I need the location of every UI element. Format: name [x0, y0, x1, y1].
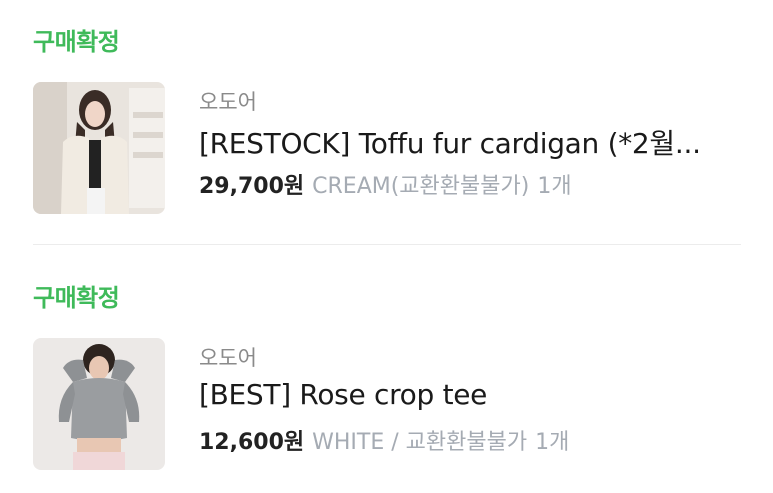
order-status: 구매확정: [33, 284, 120, 312]
order-meta: 12,600원 WHITE / 교환환불불가 1개: [199, 424, 569, 456]
product-thumbnail[interactable]: [33, 82, 165, 214]
divider: [33, 244, 741, 245]
order-meta: 29,700원 CREAM(교환환불불가) 1개: [199, 168, 572, 200]
product-quantity: 1개: [537, 174, 572, 199]
product-price: 12,600원: [199, 430, 305, 455]
product-price: 29,700원: [199, 174, 305, 199]
product-option: CREAM(교환환불불가): [312, 174, 530, 199]
product-thumbnail[interactable]: [33, 338, 165, 470]
brand-name: 오도어: [199, 346, 257, 370]
product-option: WHITE / 교환환불불가: [312, 430, 528, 455]
order-status: 구매확정: [33, 28, 120, 56]
product-title[interactable]: [BEST] Rose crop tee: [199, 378, 739, 411]
product-quantity: 1개: [535, 430, 570, 455]
product-title[interactable]: [RESTOCK] Toffu fur cardigan (*2월...: [199, 122, 739, 162]
brand-name: 오도어: [199, 90, 257, 114]
